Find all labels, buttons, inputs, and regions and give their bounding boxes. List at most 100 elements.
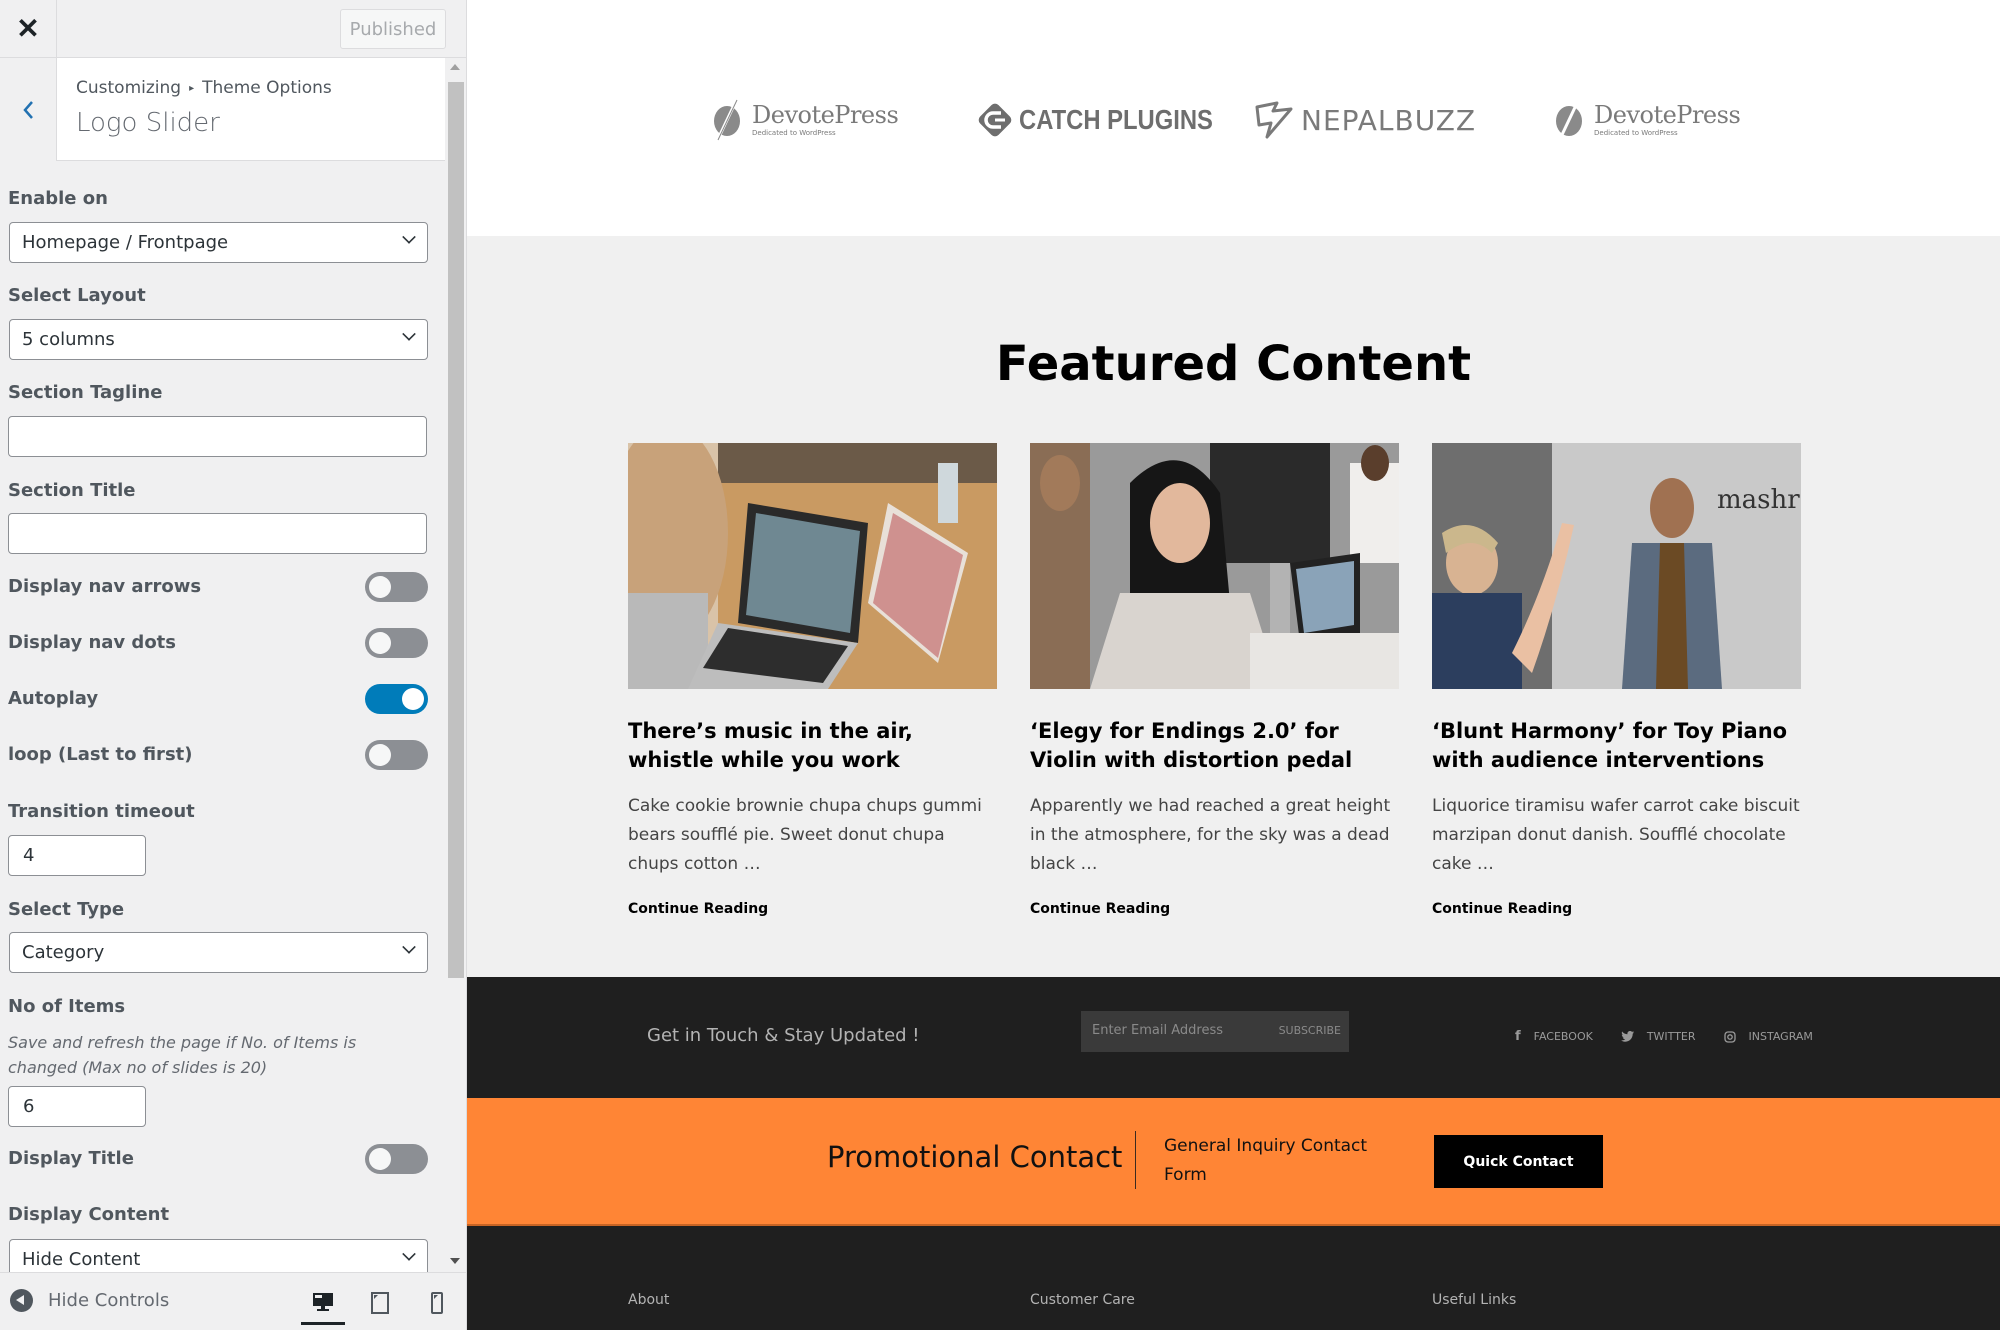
toggle-knob (369, 744, 391, 766)
select-layout-select[interactable]: 5 columns (9, 319, 428, 360)
scroll-down-arrow-icon[interactable] (450, 1258, 460, 1264)
logo-item[interactable]: DevotePress Dedicated to WordPress (710, 95, 899, 145)
autoplay-label: Autoplay (8, 688, 99, 709)
close-icon: ✕ (16, 13, 40, 44)
continue-reading-link[interactable]: Continue Reading (1030, 901, 1399, 917)
select-type-select[interactable]: Category (9, 932, 428, 973)
social-links: f FACEBOOK TWITTER INSTAGRAM (1515, 1029, 1813, 1044)
publish-button[interactable]: Published (340, 9, 446, 49)
preview-desktop-button[interactable] (301, 1281, 345, 1325)
logo-name: CATCH PLUGINS (1019, 104, 1213, 135)
site-preview: DevotePress Dedicated to WordPress CATCH… (467, 0, 2000, 1330)
display-nav-dots-toggle[interactable] (365, 628, 428, 658)
select-type-label: Select Type (8, 899, 125, 920)
enable-on-select[interactable]: Homepage / Frontpage (9, 222, 428, 263)
preview-tablet-button[interactable] (358, 1281, 402, 1325)
logo-item[interactable]: NEPALBUZZ (1253, 95, 1476, 145)
site-footer: About Customer Care Useful Links (467, 1226, 2000, 1330)
social-label: TWITTER (1646, 1030, 1696, 1043)
toggle-knob (369, 632, 391, 654)
subscribe-button[interactable]: SUBSCRIBE (1279, 1024, 1341, 1037)
autoplay-toggle[interactable] (365, 684, 428, 714)
section-title-label: Section Title (8, 480, 136, 501)
featured-card: There’s music in the air, whistle while … (628, 443, 997, 917)
facebook-icon: f (1515, 1029, 1521, 1044)
display-nav-dots-label: Display nav dots (8, 632, 177, 653)
card-title[interactable]: ‘Elegy for Endings 2.0’ for Violin with … (1030, 717, 1399, 775)
newsletter-text: Get in Touch & Stay Updated ! (647, 1025, 920, 1046)
loop-row: loop (Last to first) (8, 740, 428, 772)
card-excerpt: Apparently we had reached a great height… (1030, 796, 1391, 874)
continue-reading-link[interactable]: Continue Reading (1432, 901, 1801, 917)
card-title[interactable]: ‘Blunt Harmony’ for Toy Piano with audie… (1432, 717, 1801, 775)
autoplay-row: Autoplay (8, 684, 428, 716)
promo-subtitle: General Inquiry Contact Form (1164, 1136, 1368, 1185)
sidebar-header-bar: ✕ Published (0, 0, 466, 58)
close-customizer-button[interactable]: ✕ (0, 0, 57, 57)
display-nav-arrows-row: Display nav arrows (8, 572, 428, 604)
catchplugins-logo-icon (978, 103, 1012, 137)
featured-content-title: Featured Content (995, 336, 1472, 392)
section-header: Customizing ▸ Theme Options Logo Slider (0, 58, 445, 161)
logo-item[interactable]: DevotePress Dedicated to WordPress (1552, 95, 1741, 145)
newsletter-form: Enter Email Address SUBSCRIBE (1081, 1011, 1349, 1052)
devotepress-logo-icon (1556, 100, 1582, 140)
display-content-select[interactable]: Hide Content (9, 1239, 428, 1272)
twitter-icon (1620, 1031, 1634, 1042)
scroll-up-arrow-icon[interactable] (450, 64, 460, 70)
section-title-input[interactable] (8, 513, 427, 554)
logo-tagline: Dedicated to WordPress (752, 129, 836, 137)
tablet-icon (371, 1292, 389, 1314)
chevron-down-icon (402, 327, 416, 341)
chevron-down-icon (402, 230, 416, 244)
display-title-label: Display Title (8, 1148, 134, 1169)
footer-column-title: About (628, 1292, 670, 1308)
enable-on-label: Enable on (8, 188, 108, 209)
featured-image-meeting[interactable]: mashr (1432, 443, 1801, 689)
breadcrumb-item: Theme Options (202, 78, 332, 98)
featured-image-office[interactable] (1030, 443, 1399, 689)
toggle-knob (402, 688, 424, 710)
no-of-items-input[interactable]: 6 (8, 1086, 146, 1127)
section-tagline-input[interactable] (8, 416, 427, 457)
logo-name: DevotePress (1594, 101, 1741, 129)
social-twitter-link[interactable]: TWITTER (1620, 1029, 1696, 1044)
select-type-value: Category (22, 942, 105, 963)
display-nav-arrows-toggle[interactable] (365, 572, 428, 602)
logo-name: DevotePress (752, 101, 899, 129)
footer-column-title: Useful Links (1432, 1292, 1517, 1308)
promotion-band: Promotional Contact General Inquiry Cont… (467, 1098, 2000, 1226)
back-button[interactable] (0, 58, 57, 161)
featured-image-laptop[interactable] (628, 443, 997, 689)
sidebar-scrollbar[interactable] (446, 58, 466, 1268)
toggle-knob (369, 576, 391, 598)
logo-item[interactable]: CATCH PLUGINS (975, 95, 1247, 145)
quick-contact-button[interactable]: Quick Contact (1434, 1135, 1603, 1188)
laptop-desk-photo (628, 443, 997, 689)
social-instagram-link[interactable]: INSTAGRAM (1723, 1029, 1813, 1044)
scroll-thumb[interactable] (448, 82, 464, 978)
instagram-icon (1723, 1030, 1736, 1043)
chevron-left-icon (23, 100, 33, 119)
section-tagline-label: Section Tagline (8, 382, 163, 403)
enable-on-value: Homepage / Frontpage (22, 232, 229, 253)
card-title[interactable]: There’s music in the air, whistle while … (628, 717, 997, 775)
continue-reading-link[interactable]: Continue Reading (628, 901, 997, 917)
customizer-sidebar: ✕ Published Customizing ▸ Theme Options Lo… (0, 0, 467, 1330)
social-facebook-link[interactable]: f FACEBOOK (1515, 1029, 1593, 1044)
select-layout-label: Select Layout (8, 285, 146, 306)
loop-toggle[interactable] (365, 740, 428, 770)
sidebar-footer: Hide Controls (0, 1272, 466, 1330)
meeting-highfive-photo: mashr (1432, 443, 1801, 689)
mobile-icon (431, 1292, 443, 1314)
hide-controls-button[interactable]: Hide Controls (10, 1289, 169, 1312)
collapse-arrow-icon (10, 1289, 33, 1312)
email-input[interactable]: Enter Email Address (1092, 1023, 1223, 1038)
display-nav-arrows-label: Display nav arrows (8, 576, 202, 597)
preview-mobile-button[interactable] (415, 1281, 459, 1325)
display-title-toggle[interactable] (365, 1144, 428, 1174)
transition-timeout-input[interactable]: 4 (8, 835, 146, 876)
featured-card: ‘Elegy for Endings 2.0’ for Violin with … (1030, 443, 1399, 917)
footer-column-title: Customer Care (1030, 1292, 1135, 1308)
display-nav-dots-row: Display nav dots (8, 628, 428, 660)
